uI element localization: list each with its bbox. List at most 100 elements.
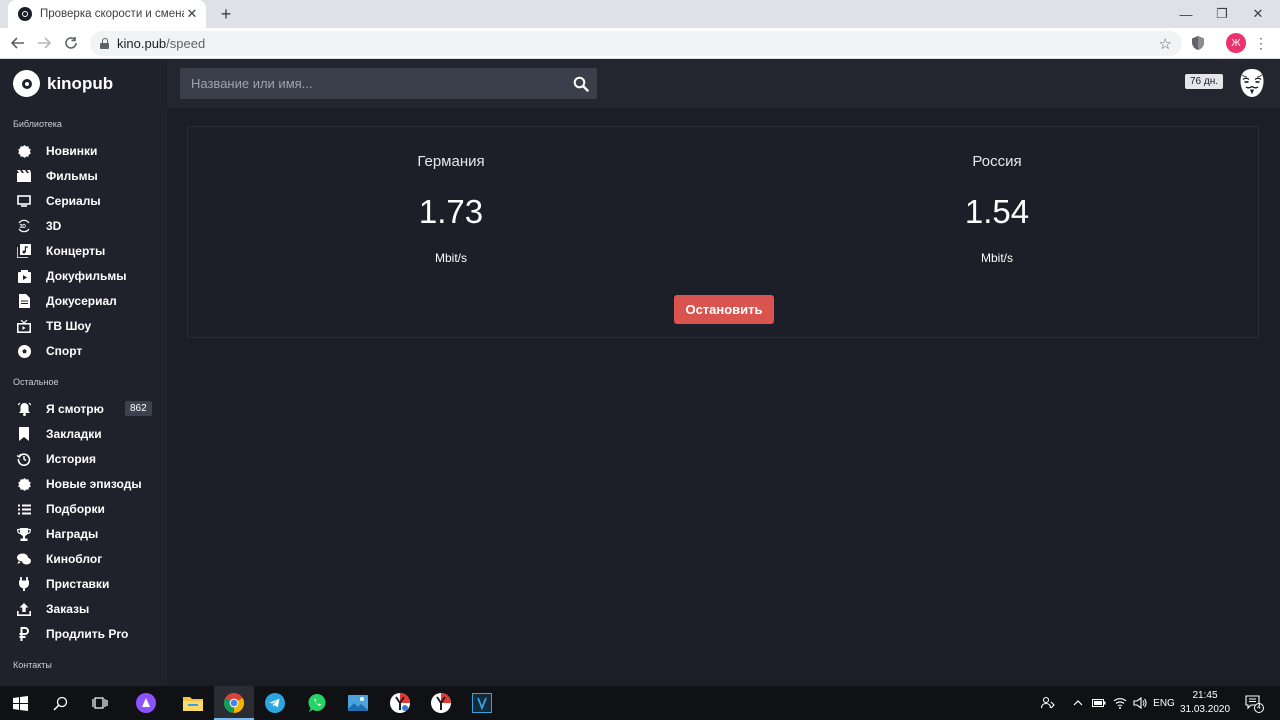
server-speed-unit: Mbit/s (980, 251, 1013, 265)
sidebar-item-extend-pro[interactable]: Продлить Pro (0, 623, 167, 645)
taskbar-photos[interactable] (338, 686, 378, 720)
language-indicator[interactable]: ENG (1150, 686, 1178, 720)
taskbar-app-v[interactable] (462, 686, 502, 720)
start-button[interactable] (0, 686, 40, 720)
taskbar-search-button[interactable] (40, 686, 80, 720)
back-button[interactable] (8, 33, 28, 53)
upload-icon (17, 602, 31, 616)
kinopub-favicon-icon (18, 7, 32, 21)
task-view-button[interactable] (80, 686, 120, 720)
user-avatar[interactable] (1239, 69, 1265, 97)
sidebar-item-films[interactable]: Фильмы (0, 165, 167, 187)
sidebar-item-awards[interactable]: Награды (0, 523, 167, 545)
extension-shield-icon[interactable] (1189, 34, 1207, 52)
list-icon (17, 502, 31, 516)
taskbar-telegram[interactable] (255, 686, 295, 720)
sidebar-item-watching[interactable]: Я смотрю 862 (0, 398, 167, 420)
taskbar-yandex-browser-2[interactable] (421, 686, 461, 720)
history-icon (17, 452, 31, 466)
new-tab-button[interactable]: + (216, 4, 236, 24)
sidebar-item-label: Новинки (46, 144, 98, 158)
url-host: kino.pub (117, 36, 167, 51)
taskbar-yandex-browser[interactable] (380, 686, 420, 720)
server-name: Германия (417, 153, 485, 170)
browser-menu-icon[interactable]: ⋮ (1254, 33, 1268, 53)
sidebar-item-label: Сериалы (46, 194, 101, 208)
speed-test-panel: Германия 1.73 Mbit/s Россия 1.54 Mbit/s … (187, 126, 1259, 338)
sidebar-item-bookmarks[interactable]: Закладки (0, 423, 167, 445)
badge-icon (17, 477, 31, 491)
sidebar-item-history[interactable]: История (0, 448, 167, 470)
3d-icon: 3D (17, 219, 31, 233)
alice-assistant-icon (136, 693, 156, 713)
taskbar-clock[interactable]: 21:45 31.03.2020 (1176, 689, 1234, 717)
sidebar-item-docfilms[interactable]: Докуфильмы (0, 265, 167, 287)
svg-text:3D: 3D (20, 224, 27, 230)
forward-button[interactable] (34, 33, 54, 53)
taskbar-whatsapp[interactable] (297, 686, 337, 720)
section-title-other: Остальное (13, 377, 59, 387)
browser-toolbar: kino.pub/speed ☆ Ж ⋮ (0, 28, 1280, 59)
browser-tab-strip: Проверка скорости и смена сер ✕ + — ❐ ✕ (0, 0, 1280, 28)
taskbar-chrome[interactable] (214, 686, 254, 720)
sidebar-item-devices[interactable]: Приставки (0, 573, 167, 595)
sidebar-item-kinoblog[interactable]: Киноблог (0, 548, 167, 570)
action-center-button[interactable]: 4 (1242, 686, 1266, 720)
document-icon (17, 294, 31, 308)
tab-close-icon[interactable]: ✕ (184, 6, 200, 22)
whatsapp-icon (308, 694, 326, 712)
sidebar-item-label: Спорт (46, 344, 83, 358)
trophy-icon (17, 527, 31, 541)
address-bar[interactable]: kino.pub/speed ☆ (90, 31, 1182, 56)
speaker-icon[interactable] (1130, 686, 1150, 720)
server-speed-value: 1.54 (964, 193, 1030, 230)
sidebar-item-new-episodes[interactable]: Новые эпизоды (0, 473, 167, 495)
url-path: /speed (166, 36, 206, 51)
sidebar-item-sport[interactable]: Спорт (0, 340, 167, 362)
sidebar-item-collections[interactable]: Подборки (0, 498, 167, 520)
server-speed-unit: Mbit/s (434, 251, 467, 265)
watching-count-badge: 862 (125, 401, 152, 416)
sidebar-item-concerts[interactable]: Концерты (0, 240, 167, 262)
folder-icon (183, 697, 203, 711)
subscription-days-badge[interactable]: 76 дн. (1185, 74, 1224, 89)
chat-icon (17, 552, 31, 566)
wifi-icon[interactable] (1110, 686, 1130, 720)
sidebar-item-new[interactable]: Новинки (0, 140, 167, 162)
bookmark-star-icon[interactable]: ☆ (1159, 35, 1172, 53)
reload-button[interactable] (61, 33, 81, 53)
sidebar-item-label: Киноблог (46, 552, 103, 566)
arrow-right-icon (38, 37, 51, 49)
sidebar-item-tvshow[interactable]: ТВ Шоу (0, 315, 167, 337)
tv-show-icon (17, 319, 31, 333)
lock-icon (100, 38, 109, 49)
chevron-up-icon[interactable] (1068, 686, 1088, 720)
sidebar-item-orders[interactable]: Заказы (0, 598, 167, 620)
taskbar-alice[interactable] (126, 686, 166, 720)
reload-icon (65, 37, 77, 49)
search-input[interactable] (180, 68, 560, 99)
stop-button[interactable]: Остановить (674, 295, 774, 324)
windows-taskbar: ENG 21:45 31.03.2020 4 (0, 686, 1280, 720)
battery-icon[interactable] (1089, 686, 1109, 720)
sidebar-item-label: Фильмы (46, 169, 98, 183)
tv-icon (17, 194, 31, 208)
window-close-button[interactable]: ✕ (1240, 0, 1276, 28)
window-maximize-button[interactable]: ❐ (1204, 0, 1240, 28)
people-icon[interactable] (1038, 686, 1058, 720)
kinopub-logo[interactable]: kinopub (13, 70, 113, 97)
profile-avatar[interactable]: Ж (1226, 33, 1246, 53)
section-title-library: Библиотека (13, 119, 62, 129)
browser-tab[interactable]: Проверка скорости и смена сер ✕ (8, 0, 206, 28)
window-minimize-button[interactable]: — (1168, 0, 1204, 28)
task-view-icon (92, 697, 108, 709)
sidebar-item-docseries[interactable]: Докусериал (0, 290, 167, 312)
top-header: 76 дн. (167, 59, 1280, 108)
sidebar-item-label: Заказы (46, 602, 90, 616)
taskbar-file-explorer[interactable] (173, 686, 213, 720)
section-title-contacts: Контакты (13, 660, 52, 670)
sidebar-item-3d[interactable]: 3D 3D (0, 215, 167, 237)
sidebar: kinopub Библиотека Новинки Фильмы Сериал… (0, 59, 167, 686)
sidebar-item-series[interactable]: Сериалы (0, 190, 167, 212)
search-icon[interactable] (573, 76, 589, 92)
